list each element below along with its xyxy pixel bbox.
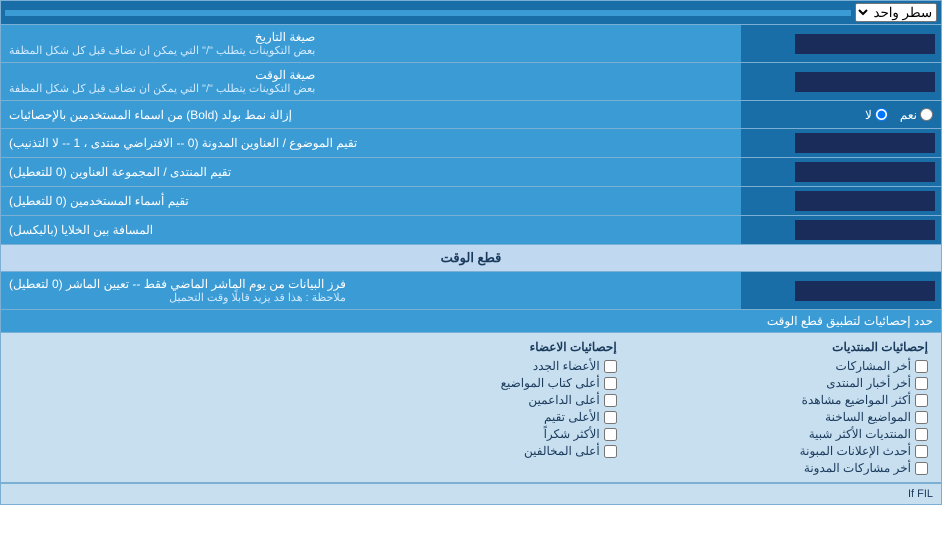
cb-top-donors[interactable] — [604, 394, 617, 407]
cb-top-authors[interactable] — [604, 377, 617, 390]
qata-header: قطع الوقت — [1, 245, 941, 272]
checkbox-member-6: أعلى المخالفين — [315, 444, 616, 458]
cb-most-viewed[interactable] — [915, 394, 928, 407]
checkbox-item-7: أخر مشاركات المدونة — [627, 461, 928, 475]
col1-header: إحصائيات المنتديات — [627, 340, 928, 354]
lines-select[interactable]: سطر واحد سطرين ثلاثة أسطر — [855, 3, 937, 22]
order-users-row: 0 تقيم أسماء المستخدمين (0 للتعطيل) — [1, 187, 941, 216]
farth-input-cell: 0 — [741, 272, 941, 309]
cb-most-similar[interactable] — [915, 428, 928, 441]
radio-yes[interactable] — [920, 108, 933, 121]
checkbox-member-4: الأعلى تقيم — [315, 410, 616, 424]
order-users-input[interactable]: 0 — [795, 191, 935, 211]
order-group-input-cell: 33 — [741, 158, 941, 186]
time-format-input-cell: H:i — [741, 63, 941, 100]
order-group-row: 33 تقيم المنتدى / المجموعة العناوين (0 ل… — [1, 158, 941, 187]
order-topics-label: تقيم الموضوع / العناوين المدونة (0 -- ال… — [1, 129, 741, 157]
iffile-note: If FIL — [1, 483, 941, 504]
cb-hot-topics[interactable] — [915, 411, 928, 424]
cb-last-posts[interactable] — [915, 360, 928, 373]
cb-last-news[interactable] — [915, 377, 928, 390]
checkbox-member-1: الأعضاء الجدد — [315, 359, 616, 373]
checkbox-col-forums: إحصائيات المنتديات أخر المشاركات أخر أخب… — [622, 337, 933, 478]
time-format-input[interactable]: H:i — [795, 72, 935, 92]
gap-input[interactable]: 2 — [795, 220, 935, 240]
checkbox-item-4: المواضيع الساخنة — [627, 410, 928, 424]
radio-yes-label[interactable]: نعم — [900, 108, 933, 122]
gap-row: 2 المسافة بين الخلايا (بالبكسل) — [1, 216, 941, 245]
checkbox-item-6: أحدث الإعلانات المبونة — [627, 444, 928, 458]
empty-right — [9, 337, 310, 478]
bold-stats-row: نعم لا إزالة نمط بولد (Bold) من اسماء ال… — [1, 101, 941, 129]
farth-label-cell: فرز البيانات من يوم الماشر الماضي فقط --… — [1, 272, 741, 309]
cb-new-members[interactable] — [604, 360, 617, 373]
cb-latest-ads[interactable] — [915, 445, 928, 458]
stats-limit-row: حدد إحصائيات لتطبيق قطع الوقت — [1, 310, 941, 333]
farth-row: 0 فرز البيانات من يوم الماشر الماضي فقط … — [1, 272, 941, 310]
bold-stats-radio-cell: نعم لا — [741, 101, 941, 128]
date-format-input-cell: d-m — [741, 25, 941, 62]
checkbox-col-members: إحصائيات الاعضاء الأعضاء الجدد أعلى كتاب… — [310, 337, 621, 478]
time-format-label: صيغة الوقت بعض التكوينات يتطلب "/" التي … — [1, 63, 741, 100]
checkbox-item-5: المنتديات الأكثر شبية — [627, 427, 928, 441]
cb-top-rated[interactable] — [604, 411, 617, 424]
order-users-label: تقيم أسماء المستخدمين (0 للتعطيل) — [1, 187, 741, 215]
farth-input[interactable]: 0 — [795, 281, 935, 301]
radio-no-label[interactable]: لا — [865, 108, 888, 122]
main-container: سطر واحد سطرين ثلاثة أسطر d-m صيغة التار… — [0, 0, 942, 505]
date-format-row: d-m صيغة التاريخ بعض التكوينات يتطلب "/"… — [1, 25, 941, 63]
order-group-label: تقيم المنتدى / المجموعة العناوين (0 للتع… — [1, 158, 741, 186]
checkbox-item-1: أخر المشاركات — [627, 359, 928, 373]
bold-stats-label: إزالة نمط بولد (Bold) من اسماء المستخدمي… — [1, 101, 741, 128]
order-topics-row: 33 تقيم الموضوع / العناوين المدونة (0 --… — [1, 129, 941, 158]
order-topics-input-cell: 33 — [741, 129, 941, 157]
gap-label: المسافة بين الخلايا (بالبكسل) — [1, 216, 741, 244]
gap-input-cell: 2 — [741, 216, 941, 244]
order-users-input-cell: 0 — [741, 187, 941, 215]
cb-last-blog[interactable] — [915, 462, 928, 475]
checkboxes-container: إحصائيات المنتديات أخر المشاركات أخر أخب… — [1, 333, 941, 483]
checkbox-member-5: الأكثر شكراً — [315, 427, 616, 441]
radio-no[interactable] — [875, 108, 888, 121]
checkbox-member-2: أعلى كتاب المواضيع — [315, 376, 616, 390]
checkbox-member-3: أعلى الداعمين — [315, 393, 616, 407]
date-format-input[interactable]: d-m — [795, 34, 935, 54]
select-wrapper: سطر واحد سطرين ثلاثة أسطر — [855, 3, 937, 22]
checkbox-item-2: أخر أخبار المنتدى — [627, 376, 928, 390]
order-topics-input[interactable]: 33 — [795, 133, 935, 153]
cb-top-violators[interactable] — [604, 445, 617, 458]
time-format-row: H:i صيغة الوقت بعض التكوينات يتطلب "/" ا… — [1, 63, 941, 101]
top-label — [5, 10, 851, 16]
order-group-input[interactable]: 33 — [795, 162, 935, 182]
top-row: سطر واحد سطرين ثلاثة أسطر — [1, 1, 941, 25]
date-format-label: صيغة التاريخ بعض التكوينات يتطلب "/" الت… — [1, 25, 741, 62]
checkbox-item-3: أكثر المواضيع مشاهدة — [627, 393, 928, 407]
cb-most-thanks[interactable] — [604, 428, 617, 441]
col2-header: إحصائيات الاعضاء — [315, 340, 616, 354]
